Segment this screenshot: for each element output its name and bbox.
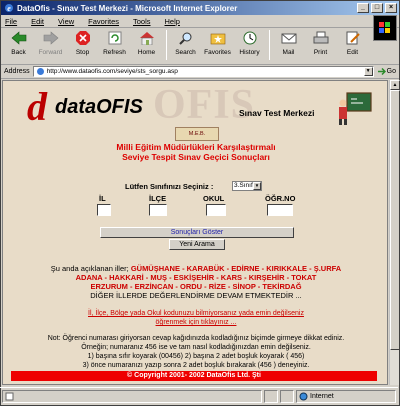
home-icon [138, 30, 156, 46]
label-ogr-no: ÖĞR.NO [265, 194, 296, 203]
label-ilce: İLÇE [149, 194, 167, 203]
status-cell [280, 389, 294, 403]
refresh-icon [106, 30, 124, 46]
site-header: OFIS d dataOFIS Sınav Test Merkezi [3, 81, 387, 129]
code-help-link-line-2[interactable]: öğrenmek için tıklayınız ... [3, 318, 387, 327]
menu-help[interactable]: Help [165, 17, 187, 26]
logo-subtitle: Sınav Test Merkezi [239, 108, 315, 118]
address-dropdown-arrow-icon[interactable]: ▼ [363, 67, 373, 76]
page-done-icon [5, 392, 14, 400]
page-content: OFIS d dataOFIS Sınav Test Merkezi M.E.B… [2, 80, 388, 385]
favorites-button[interactable]: Favorites [202, 30, 233, 56]
menu-file[interactable]: File [5, 17, 24, 26]
logo-background-text: OFIS [153, 82, 256, 128]
menu-edit[interactable]: Edit [31, 17, 51, 26]
status-bar: Internet [0, 387, 398, 404]
show-results-button[interactable]: Sonuçları Göster [100, 227, 294, 238]
forward-button[interactable]: Forward [35, 30, 66, 56]
print-button[interactable]: Print [305, 30, 336, 56]
home-button[interactable]: Home [131, 30, 162, 56]
ilce-input[interactable] [149, 204, 167, 216]
stop-icon [74, 30, 92, 46]
label-il: İL [99, 194, 106, 203]
note-line-4: 3) önce numaranızı yazıp sonra 2 adet bo… [82, 362, 310, 369]
history-button[interactable]: History [234, 30, 265, 56]
search-button[interactable]: Search [170, 30, 201, 56]
okul-input[interactable] [206, 204, 226, 216]
address-label: Address [4, 68, 30, 75]
title-bar: e DataOfis - Sınav Test Merkezi - Micros… [1, 1, 399, 15]
toolbar-separator [166, 30, 167, 60]
svg-text:e: e [7, 4, 11, 13]
close-button[interactable]: × [385, 3, 397, 13]
logo-d: d [27, 84, 47, 129]
forward-arrow-icon [42, 30, 60, 46]
globe-icon [299, 392, 308, 400]
chevron-down-icon: ▼ [253, 182, 261, 190]
logo-text: dataOFIS [55, 96, 143, 118]
vertical-scrollbar[interactable]: ▲ [389, 80, 400, 385]
toolbar-separator [269, 30, 270, 60]
zone-indicator: Internet [296, 389, 396, 403]
new-search-button[interactable]: Yeni Arama [169, 239, 225, 250]
label-okul: OKUL [203, 194, 225, 203]
maximize-button[interactable]: □ [371, 3, 383, 13]
refresh-button[interactable]: Refresh [99, 30, 130, 56]
go-arrow-icon [377, 67, 386, 76]
window-title: DataOfis - Sınav Test Merkezi - Microsof… [17, 3, 238, 13]
go-button[interactable]: Go [377, 67, 396, 76]
favorites-folder-icon [209, 30, 227, 46]
mail-button[interactable]: Mail [273, 30, 304, 56]
meb-book-badge: M.E.B. [175, 127, 219, 141]
code-help-link-line-1[interactable]: İl, İlçe, Bölge yada Okul kodunuzu bilmi… [3, 309, 387, 318]
il-input[interactable] [97, 204, 111, 216]
menu-tools[interactable]: Tools [133, 17, 158, 26]
address-input[interactable]: http://www.dataofis.com/seviye/sts_sorgu… [32, 66, 374, 77]
scroll-up-arrow-icon[interactable]: ▲ [390, 80, 400, 90]
scrollbar-thumb[interactable] [390, 90, 400, 350]
history-icon [241, 30, 259, 46]
minimize-button[interactable]: _ [357, 3, 369, 13]
heading-line-1: Milli Eğitim Müdürlükleri Karşılaştırmal… [116, 142, 276, 152]
address-bar: Address http://www.dataofis.com/seviye/s… [1, 65, 399, 79]
class-select[interactable]: 3.Sınıf ▼ [232, 181, 262, 191]
status-cell [264, 389, 278, 403]
page-icon [36, 68, 44, 75]
stop-button[interactable]: Stop [67, 30, 98, 56]
toolbar: Back Forward Stop Refresh Home Search Fa… [1, 28, 399, 65]
edit-page-icon [344, 30, 362, 46]
copyright-footer: © Copyright 2001- 2002 DataOfis Ltd. Şti [11, 371, 377, 381]
menu-bar: File Edit View Favorites Tools Help [1, 15, 399, 41]
ogr-no-input[interactable] [267, 204, 293, 216]
menu-favorites[interactable]: Favorites [88, 17, 126, 26]
heading-line-2: Seviye Tespit Sınav Geçici Sonuçları [122, 152, 270, 162]
menu-view[interactable]: View [58, 17, 81, 26]
status-text [2, 389, 262, 403]
teacher-board-icon [339, 92, 372, 125]
search-icon [177, 30, 195, 46]
cities-line-4: DİĞER İLLERDE DEĞERLENDİRME DEVAM ETMEKT… [90, 291, 302, 300]
ie-icon: e [5, 4, 13, 13]
edit-button[interactable]: Edit [337, 30, 368, 56]
mail-icon [280, 30, 298, 46]
back-arrow-icon [10, 30, 28, 46]
printer-icon [312, 30, 330, 46]
class-select-label: Lütfen Sınıfınızı Seçiniz : [125, 182, 214, 191]
back-button[interactable]: Back [3, 30, 34, 56]
